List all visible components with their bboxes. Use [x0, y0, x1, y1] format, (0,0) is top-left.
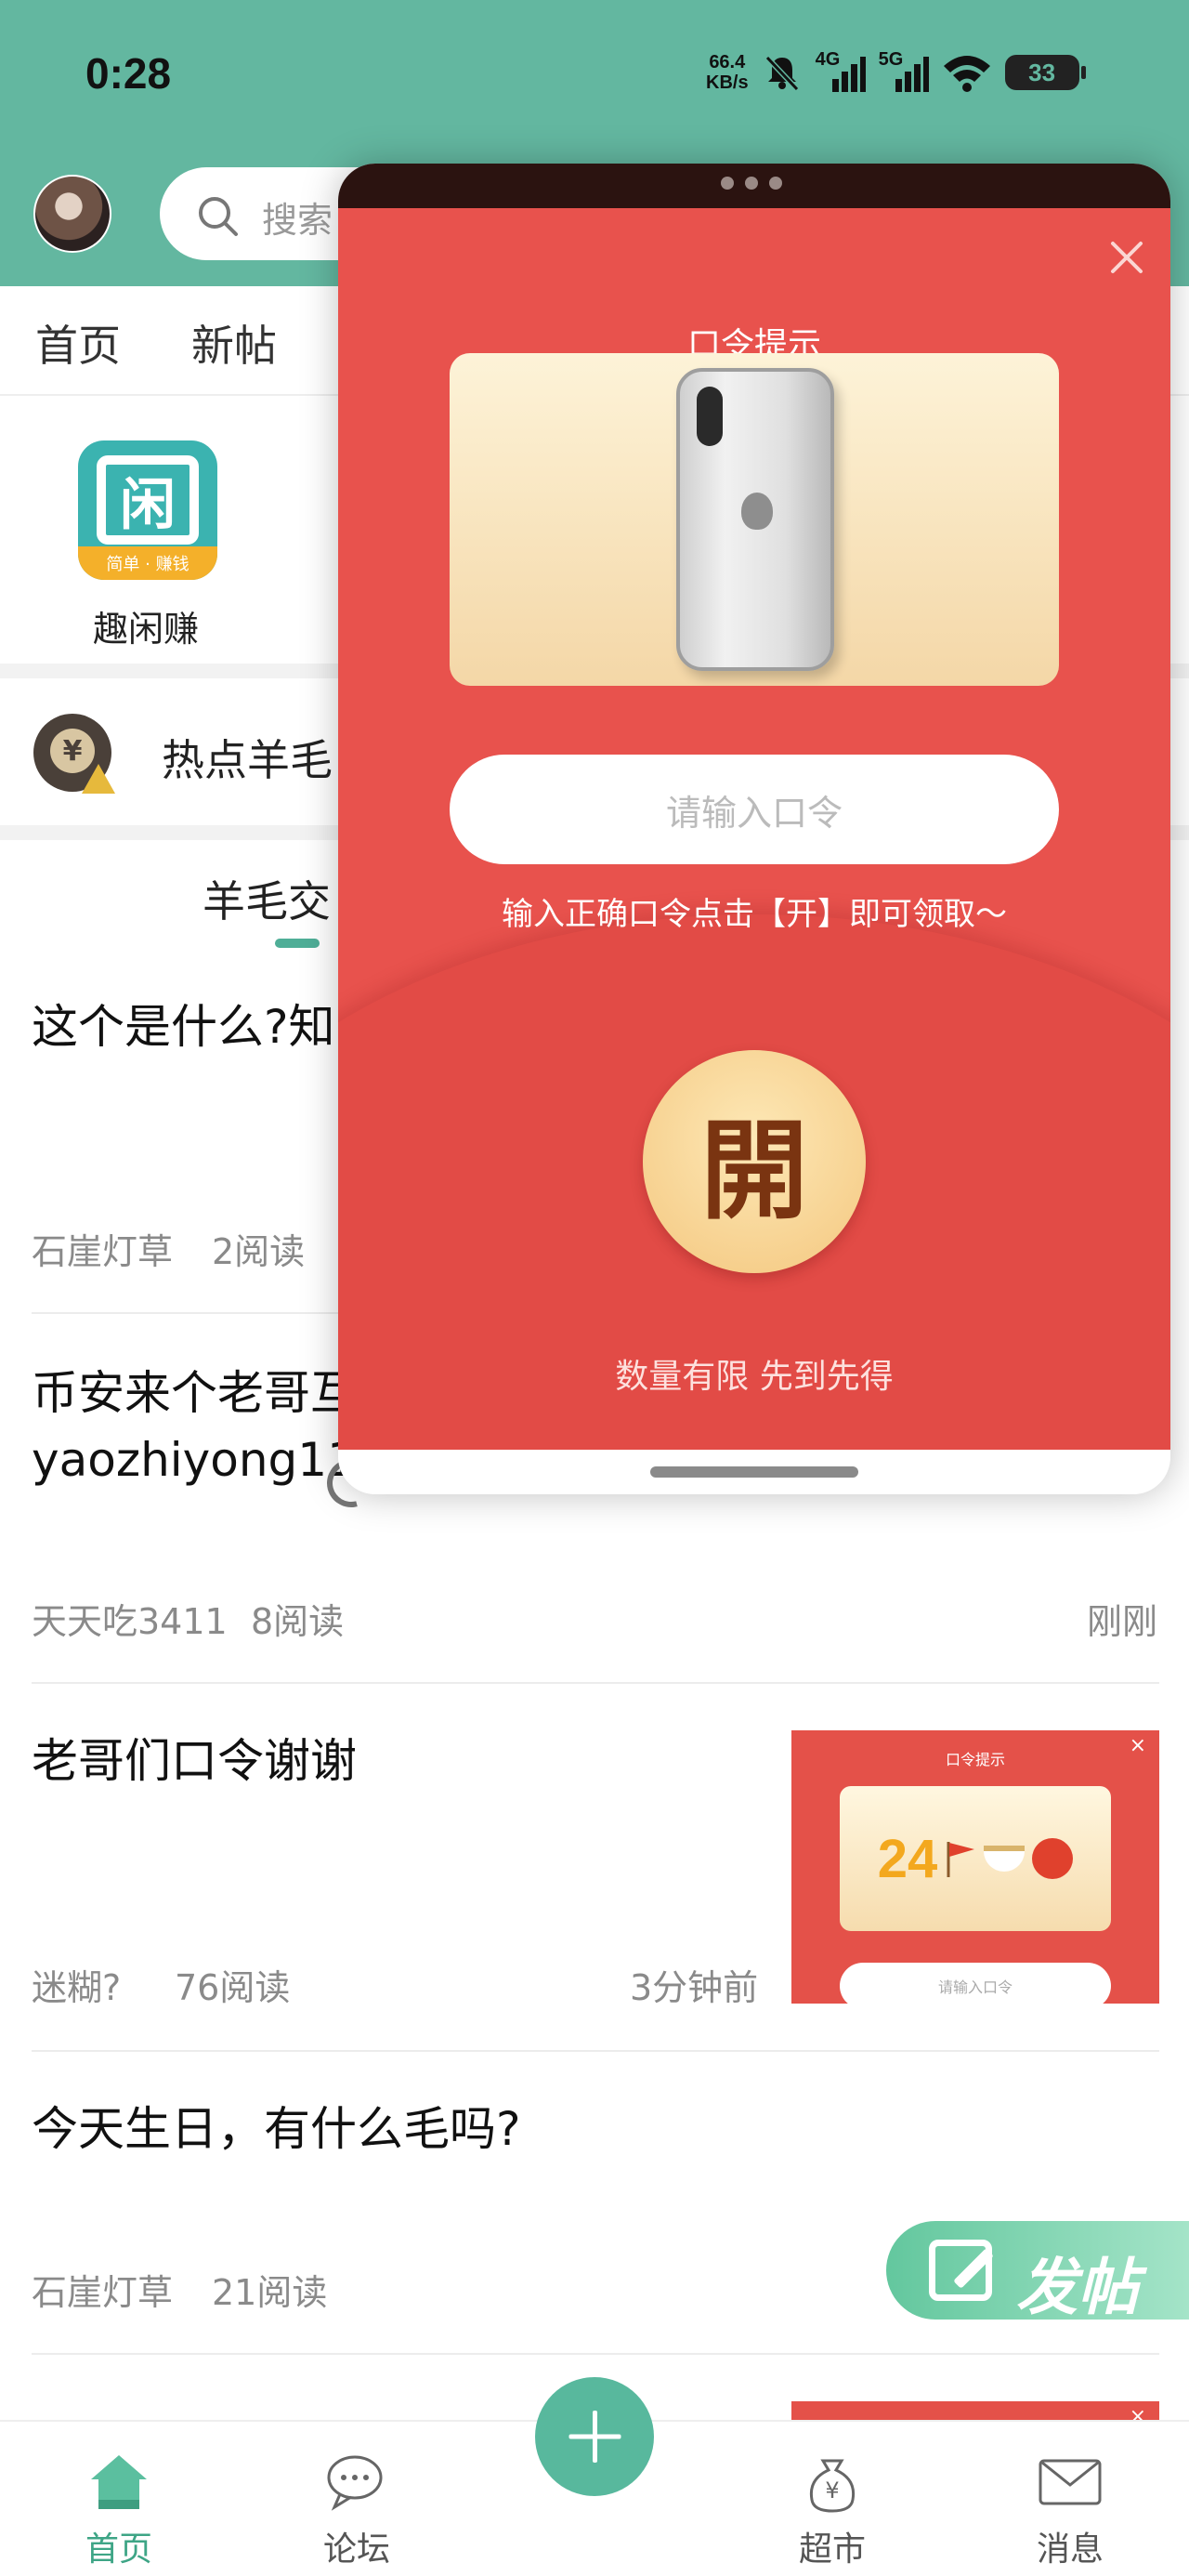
nav-home[interactable]: 首页 — [26, 2422, 212, 2576]
password-input[interactable]: 请输入口令 — [450, 755, 1059, 864]
close-icon[interactable] — [1105, 236, 1148, 279]
camera-icon — [697, 387, 723, 446]
thumbnail-image: 24 — [840, 1786, 1111, 1931]
status-bar-right: 66.4 KB/s 4G 5G 33 — [706, 45, 1086, 100]
post-author: 天天吃3411 — [32, 1601, 228, 1642]
more-dots-icon[interactable] — [721, 177, 782, 190]
post-author: 石崖灯草 — [32, 1231, 174, 1272]
post-thumbnail[interactable]: 口令提示 × 24 请输入口令 — [791, 1730, 1159, 2004]
nav-forum[interactable]: 论坛 — [264, 2422, 450, 2576]
signal-4g: 4G — [816, 49, 866, 92]
divider — [32, 2353, 1159, 2355]
app-icon-band: 简单 · 赚钱 — [78, 546, 217, 580]
popup-footer: 数量有限 先到先得 — [615, 1358, 894, 1396]
hot-section-label[interactable]: 热点羊毛 — [162, 727, 333, 788]
battery-indicator: 33 — [1004, 55, 1086, 90]
post-time: 刚刚 — [1087, 1601, 1158, 1642]
password-redpacket-popup: 口令提示 请输入口令 输入正确口令点击【开】即可领取～ 開 数量有限 先到先得 — [338, 164, 1170, 1494]
net-speed-unit: KB/s — [706, 72, 749, 93]
svg-text:¥: ¥ — [825, 2477, 839, 2504]
nav-messages[interactable]: 消息 — [977, 2422, 1163, 2576]
wifi-icon — [943, 56, 990, 92]
add-button[interactable] — [535, 2377, 654, 2496]
tab-home[interactable]: 首页 — [35, 312, 121, 374]
phone-image — [676, 368, 834, 671]
noodle-bowl-icon — [984, 1846, 1026, 1872]
thumbnail-number: 24 — [877, 1828, 938, 1889]
envelope-icon — [1039, 2459, 1102, 2505]
status-time: 0:28 — [85, 49, 172, 98]
nav-forum-label: 论坛 — [322, 2530, 390, 2569]
tab-new-posts[interactable]: 新帖 — [191, 312, 277, 374]
chat-bubbles-icon — [327, 2455, 383, 2511]
divider — [32, 1682, 1159, 1684]
thumbnail-input: 请输入口令 — [840, 1963, 1111, 2004]
open-button[interactable]: 開 — [643, 1050, 866, 1273]
post-reads: 2阅读 — [212, 1231, 306, 1272]
hot-section-icon: ¥ — [33, 714, 115, 794]
popup-red-panel: 口令提示 请输入口令 输入正确口令点击【开】即可领取～ 開 数量有限 先到先得 — [338, 208, 1170, 1450]
nav-home-label: 首页 — [85, 2530, 152, 2569]
mute-bell-icon — [764, 55, 799, 92]
close-icon: × — [1129, 2405, 1146, 2420]
thumbnail-title: 口令提示 — [945, 1751, 1005, 1768]
post-title[interactable]: 币安来个老哥互 — [32, 1362, 357, 1424]
warning-icon — [82, 764, 115, 794]
signal-5g: 5G — [879, 49, 929, 92]
nav-messages-label: 消息 — [1036, 2530, 1104, 2569]
home-icon — [91, 2455, 147, 2509]
net-speed: 66.4 KB/s — [706, 52, 749, 93]
post-reads: 8阅读 — [251, 1601, 345, 1642]
post-time: 3分钟前 — [630, 1967, 759, 2008]
signal-bars-icon — [895, 57, 929, 92]
edit-icon — [929, 2240, 992, 2301]
tomato-icon — [1032, 1838, 1074, 1879]
post-title[interactable]: 这个是什么?知 — [32, 996, 335, 1058]
divider — [32, 2050, 1159, 2052]
money-bag-icon: ¥ — [809, 2459, 856, 2513]
popup-drag-handle[interactable] — [650, 1466, 858, 1478]
create-post-label: 发帖 — [1016, 2252, 1139, 2323]
close-icon: × — [1129, 1734, 1146, 1757]
popup-top-bar — [338, 164, 1170, 208]
popup-hint: 输入正确口令点击【开】即可领取～ — [502, 896, 1007, 933]
user-avatar[interactable] — [33, 175, 111, 253]
post-reads: 21阅读 — [212, 2272, 328, 2313]
post-author: 迷糊? — [32, 1967, 122, 2008]
post-author: 石崖灯草 — [32, 2272, 174, 2313]
search-icon — [199, 197, 238, 236]
flag-icon — [947, 1842, 975, 1877]
create-post-button[interactable]: 发帖 — [886, 2221, 1189, 2323]
net-speed-value: 66.4 — [709, 52, 746, 72]
app-label[interactable]: 趣闲赚 — [93, 600, 199, 651]
signal-bars-icon — [831, 57, 866, 92]
nav-market-label: 超市 — [798, 2530, 866, 2569]
search-placeholder: 搜索 — [262, 200, 333, 241]
post-reads: 76阅读 — [175, 1967, 291, 2008]
app-icon-quxianzhuan[interactable]: 闲 简单 · 赚钱 — [78, 440, 217, 580]
tab-wool-exchange[interactable]: 羊毛交 — [203, 868, 331, 929]
nav-market[interactable]: ¥ 超市 — [739, 2422, 925, 2576]
post-thumbnail[interactable]: × — [791, 2401, 1159, 2420]
post-title[interactable]: 今天生日，有什么毛吗? — [32, 2098, 521, 2160]
active-tab-indicator — [275, 939, 320, 948]
app-icon-glyph: 闲 — [97, 455, 199, 545]
prize-image — [450, 353, 1059, 686]
apple-logo-icon — [741, 493, 773, 530]
post-title[interactable]: 老哥们口令谢谢 — [32, 1730, 357, 1792]
